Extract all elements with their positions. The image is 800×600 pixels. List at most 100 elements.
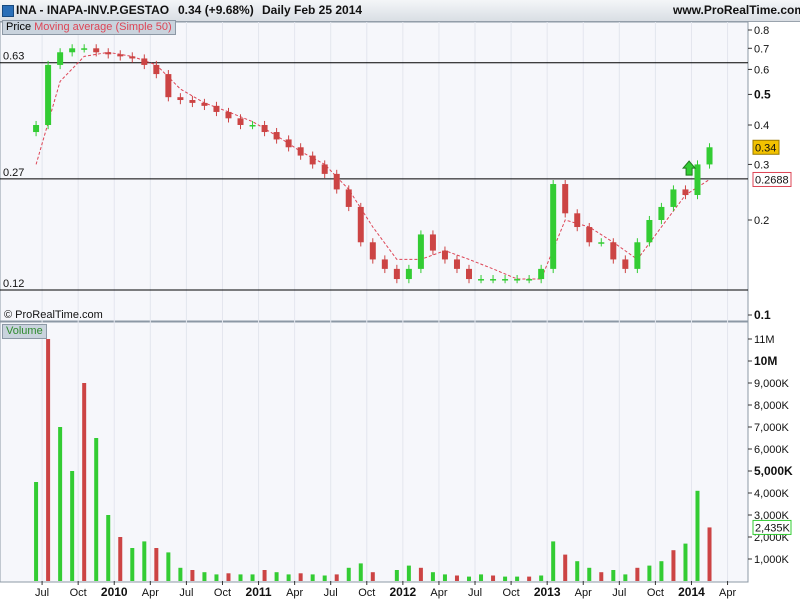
price-candle — [682, 189, 689, 196]
x-tick-label: 2013 — [534, 585, 561, 599]
volume-bar — [334, 574, 339, 581]
volume-bar — [238, 574, 243, 581]
volume-tick-label: 8,000K — [754, 400, 790, 412]
price-tick-label: 0.2 — [754, 215, 769, 227]
price-candle — [261, 125, 268, 133]
price-tick-label: 0.8 — [754, 25, 769, 37]
volume-bar — [575, 561, 580, 581]
price-candle — [670, 189, 677, 207]
price-candle — [213, 105, 220, 112]
volume-bar — [467, 576, 472, 581]
legend-moving-average: Moving average (Simple 50) — [34, 21, 172, 33]
stock-chart[interactable]: 0.63 0.27 0.12 0.1 0.2 0.3 0.4 0.5 0.6 0.7 0.8 1,0… — [0, 0, 800, 600]
volume-tick-label: 7,000K — [754, 422, 790, 434]
volume-bar — [166, 552, 171, 581]
volume-bar — [142, 541, 147, 581]
last-price-text: 0.34 — [755, 142, 776, 154]
price-candle — [478, 279, 485, 281]
volume-bar — [70, 471, 75, 581]
price-candle — [285, 139, 292, 148]
price-candle — [93, 48, 100, 53]
x-tick-label: Jul — [324, 587, 338, 599]
x-tick-label: 2014 — [678, 585, 705, 599]
volume-bar — [647, 565, 652, 581]
volume-bar — [370, 572, 375, 581]
volume-tick-label: 11M — [754, 334, 775, 346]
volume-bar — [671, 550, 676, 581]
x-tick-label: 2010 — [101, 585, 128, 599]
price-candle — [610, 242, 617, 260]
volume-bar — [611, 570, 616, 581]
volume-bar — [539, 575, 544, 581]
price-candle — [706, 147, 713, 165]
price-candle — [297, 147, 304, 156]
price-candle — [57, 52, 64, 65]
x-tick-label: 2012 — [390, 585, 417, 599]
price-tick-label: 0.5 — [754, 87, 771, 101]
price-candle — [141, 58, 148, 65]
volume-tick-label: 1,000K — [754, 554, 790, 566]
price-candle — [189, 100, 196, 103]
volume-tick-label: 4,000K — [754, 488, 790, 500]
horizontal-level-label: 0.12 — [3, 278, 24, 290]
price-candle — [429, 234, 436, 251]
ma-value-text: 0.2688 — [755, 174, 789, 186]
volume-legend: Volume — [2, 324, 47, 339]
price-candle — [658, 206, 665, 220]
x-tick-label: Jul — [612, 587, 626, 599]
horizontal-level-label: 0.63 — [3, 51, 24, 63]
price-candle — [69, 48, 76, 53]
price-candle — [369, 242, 376, 260]
volume-bar — [298, 573, 303, 581]
price-candle — [273, 132, 280, 140]
volume-bar — [106, 515, 111, 581]
price-candle — [309, 155, 316, 165]
x-tick-label: Jul — [179, 587, 193, 599]
volume-bar — [503, 576, 508, 581]
x-tick-label: Jul — [468, 587, 482, 599]
price-candle — [466, 268, 473, 280]
volume-bar — [226, 573, 231, 581]
volume-bar — [707, 527, 712, 581]
volume-bar — [154, 548, 159, 581]
price-candle — [45, 64, 52, 125]
volume-bar — [190, 570, 195, 581]
x-tick-label: Oct — [214, 587, 231, 599]
volume-bar — [214, 574, 219, 581]
volume-bar — [587, 567, 592, 581]
x-tick-label: 2011 — [246, 585, 272, 599]
volume-bar — [58, 427, 63, 581]
price-candle — [345, 189, 352, 207]
x-tick-label: Oct — [70, 587, 87, 599]
volume-bar — [623, 574, 628, 581]
price-tick-label: 0.6 — [754, 64, 769, 76]
price-candle — [165, 74, 172, 98]
volume-bar — [599, 572, 604, 581]
price-candle — [490, 279, 497, 281]
price-candle — [502, 279, 509, 281]
price-candle — [598, 242, 605, 244]
price-tick-label: 0.3 — [754, 159, 769, 171]
volume-bar — [358, 563, 363, 581]
x-tick-label: Jul — [35, 587, 49, 599]
horizontal-level-label: 0.27 — [3, 167, 24, 179]
volume-bar — [659, 561, 664, 581]
volume-bar — [130, 548, 135, 581]
watermark: © ProRealTime.com — [4, 309, 103, 321]
x-tick-label: Apr — [719, 587, 736, 599]
price-candle — [129, 56, 136, 59]
volume-bar — [491, 575, 496, 581]
price-candle — [81, 48, 88, 50]
price-candle — [694, 164, 701, 196]
price-candle — [405, 268, 412, 280]
volume-bar — [683, 543, 688, 581]
volume-bar — [250, 574, 255, 581]
volume-bar — [118, 537, 123, 581]
x-tick-label: Apr — [286, 587, 303, 599]
x-tick-label: Oct — [647, 587, 664, 599]
price-candle — [357, 206, 364, 243]
volume-bar — [46, 339, 51, 581]
volume-bar — [274, 572, 279, 581]
price-candle — [417, 234, 424, 269]
volume-tick-label: 9,000K — [754, 378, 790, 390]
